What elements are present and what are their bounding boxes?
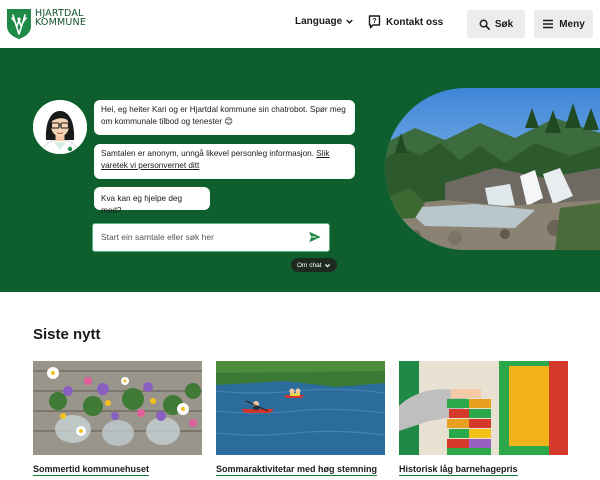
send-icon[interactable]	[308, 230, 322, 244]
contact-label: Kontakt oss	[386, 16, 444, 28]
search-icon	[479, 19, 490, 30]
privacy-text: Samtalen er anonym, unngå likevel person…	[101, 149, 314, 158]
about-chat-label: Om chat	[297, 261, 322, 269]
logo-wordmark[interactable]: HJARTDAL KOMMUNE	[35, 9, 87, 28]
chevron-down-icon	[346, 19, 353, 24]
site-header: HJARTDAL KOMMUNE Language ? Kontakt oss …	[0, 0, 600, 48]
about-chat-button[interactable]: Om chat	[291, 258, 337, 272]
menu-button[interactable]: Meny	[534, 10, 593, 38]
search-label: Søk	[494, 18, 514, 30]
news-image-kayak[interactable]	[216, 361, 385, 455]
language-selector[interactable]: Language	[295, 16, 354, 27]
kommune-logo-icon[interactable]	[6, 8, 32, 40]
hero-waterfall-image	[385, 88, 600, 250]
news-card[interactable]: Sommertid kommunehuset	[33, 361, 202, 477]
chat-message-welcome: Hei, eg heiter Kari og er Hjartdal kommu…	[94, 100, 355, 135]
chat-message-privacy: Samtalen er anonym, unngå likevel person…	[94, 144, 355, 179]
news-card[interactable]: Historisk låg barnehagepris	[399, 361, 568, 477]
logo-line-2: KOMMUNE	[35, 17, 87, 28]
news-link-sommaraktivitetar[interactable]: Sommaraktivitetar med høg stemning	[216, 464, 378, 476]
chatbot-hero: Hei, eg heiter Kari og er Hjartdal kommu…	[0, 48, 600, 292]
svg-text:?: ?	[372, 18, 376, 25]
question-bubble-icon: ?	[368, 15, 381, 29]
contact-link[interactable]: ? Kontakt oss	[368, 15, 443, 29]
news-link-barnehagepris[interactable]: Historisk låg barnehagepris	[399, 464, 518, 476]
news-card[interactable]: Sommaraktivitetar med høg stemning	[216, 361, 385, 477]
chatbot-avatar	[33, 100, 87, 154]
news-image-blocks[interactable]	[399, 361, 568, 455]
chat-message-question: Kva kan eg hjelpe deg med?	[94, 187, 210, 215]
hamburger-menu-icon	[543, 19, 554, 29]
news-link-sommertid[interactable]: Sommertid kommunehuset	[33, 464, 150, 476]
news-section-title: Siste nytt	[33, 326, 101, 343]
chevron-down-icon	[324, 263, 330, 267]
language-label: Language	[295, 16, 343, 27]
search-button[interactable]: Søk	[467, 10, 525, 38]
menu-label: Meny	[559, 18, 585, 30]
news-image-flowers[interactable]	[33, 361, 202, 455]
chat-input[interactable]: Start ein samtale eller søk her	[92, 223, 330, 252]
chat-input-placeholder: Start ein samtale eller søk her	[101, 232, 214, 242]
